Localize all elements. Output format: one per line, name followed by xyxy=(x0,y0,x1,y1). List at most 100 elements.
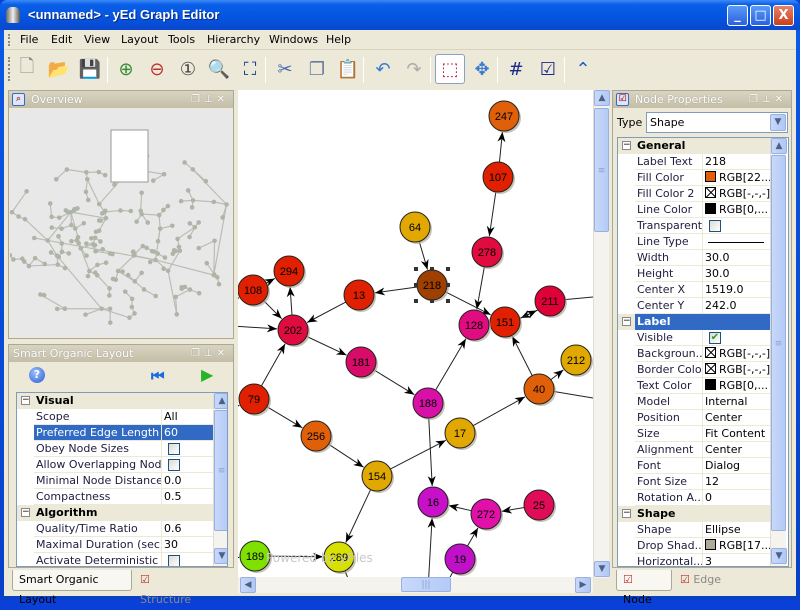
menu-layout[interactable]: Layout xyxy=(121,33,158,46)
scroll-up-button[interactable]: ▲ xyxy=(771,138,787,154)
zoom-out-button[interactable]: ⊖ xyxy=(142,54,172,84)
property-row[interactable]: Center X1519.0 xyxy=(618,282,770,298)
property-value[interactable] xyxy=(162,553,213,567)
edge-188-16[interactable] xyxy=(429,418,432,486)
property-row[interactable]: PositionCenter xyxy=(618,410,770,426)
node-13[interactable]: 13 xyxy=(344,280,376,312)
scroll-thumb[interactable]: ≡ xyxy=(771,155,786,531)
scroll-left-button[interactable]: ◀ xyxy=(240,577,256,593)
property-row[interactable]: Transparent xyxy=(618,218,770,234)
property-row[interactable]: ModelInternal xyxy=(618,394,770,410)
node-107[interactable]: 107 xyxy=(483,162,515,194)
property-row[interactable]: ShapeEllipse xyxy=(618,522,770,538)
property-value[interactable] xyxy=(703,218,770,234)
property-value[interactable]: 0.0 xyxy=(162,473,213,489)
property-row[interactable]: Compactness0.5 xyxy=(17,489,213,505)
property-value[interactable]: Ellipse xyxy=(703,522,770,538)
node-272[interactable]: 272 xyxy=(471,499,503,531)
property-value[interactable]: 30 xyxy=(162,537,213,553)
collapse-icon[interactable]: − xyxy=(622,317,631,326)
property-row[interactable]: Text ColorRGB[0,... xyxy=(618,378,770,394)
section-visual[interactable]: −Visual xyxy=(17,393,213,409)
property-value[interactable]: 218 xyxy=(703,154,770,170)
node-154[interactable]: 154 xyxy=(362,461,394,493)
collapse-icon[interactable]: − xyxy=(622,141,631,150)
cut-button[interactable]: ✂ xyxy=(270,54,300,84)
property-value[interactable]: Dialog xyxy=(703,458,770,474)
horizontal-scroll-thumb[interactable]: ||| xyxy=(401,577,451,592)
property-value[interactable]: RGB[0,... xyxy=(703,378,770,394)
checkbox[interactable] xyxy=(709,220,721,232)
property-value[interactable]: 12 xyxy=(703,474,770,490)
property-value[interactable]: 242.0 xyxy=(703,298,770,314)
menu-view[interactable]: View xyxy=(84,33,110,46)
property-value[interactable] xyxy=(162,457,213,473)
property-row[interactable]: Preferred Edge Length60 xyxy=(17,425,213,441)
edge-256-154[interactable] xyxy=(329,444,364,467)
close-button[interactable]: X xyxy=(773,5,794,26)
property-value[interactable]: 1519.0 xyxy=(703,282,770,298)
scroll-right-button[interactable]: ▶ xyxy=(575,577,591,593)
graph-svg[interactable]: 2471072786421813294108202211151128181188… xyxy=(238,90,593,578)
property-value[interactable]: 60 xyxy=(162,425,213,441)
node-151[interactable]: 151 xyxy=(490,307,522,339)
edge-64-218[interactable] xyxy=(419,241,427,269)
edge-107-278[interactable] xyxy=(489,192,496,236)
property-row[interactable]: Minimal Node Distance0.0 xyxy=(17,473,213,489)
tab-structure[interactable]: ☑ Structure xyxy=(134,570,206,591)
edge[interactable] xyxy=(238,405,239,408)
property-value[interactable]: RGB[-,-,-] xyxy=(703,346,770,362)
property-row[interactable]: Rotation A...0 xyxy=(618,490,770,506)
property-row[interactable]: Fill Color 2RGB[-,-,-] xyxy=(618,186,770,202)
edge-17-40[interactable] xyxy=(473,397,525,426)
selection-handle[interactable] xyxy=(446,283,450,287)
edge-202-294[interactable] xyxy=(290,287,292,315)
edge[interactable] xyxy=(238,557,239,558)
node-202[interactable]: 202 xyxy=(278,315,310,347)
checkbox[interactable] xyxy=(168,555,180,567)
property-row[interactable]: Fill ColorRGB[22... xyxy=(618,170,770,186)
property-row[interactable]: FontDialog xyxy=(618,458,770,474)
property-row[interactable]: Border ColorRGB[-,-,-] xyxy=(618,362,770,378)
panel-controls[interactable]: ❐⊥✕ xyxy=(191,91,229,108)
edge-202-181[interactable] xyxy=(307,336,347,355)
canvas-horizontal-scrollbar[interactable]: ◀ ||| ▶ xyxy=(238,577,593,593)
property-value[interactable]: 3 xyxy=(703,554,770,567)
node-278[interactable]: 278 xyxy=(472,237,504,269)
selection-handle[interactable] xyxy=(414,299,418,303)
property-row[interactable]: Line ColorRGB[0,... xyxy=(618,202,770,218)
checkbox[interactable] xyxy=(168,443,180,455)
edge-151-211[interactable] xyxy=(520,310,537,318)
property-value[interactable]: 30.0 xyxy=(703,250,770,266)
toolbar-grip[interactable] xyxy=(8,57,10,81)
type-dropdown[interactable]: Shape ▼ xyxy=(646,112,788,133)
reset-icon[interactable]: ⏮ xyxy=(151,367,165,385)
open-button[interactable]: 📂 xyxy=(44,54,74,84)
table-scrollbar[interactable]: ▲≡▼ xyxy=(770,138,786,566)
selection-handle[interactable] xyxy=(446,299,450,303)
grid-snap-button[interactable]: ☑ xyxy=(533,54,563,84)
undo-button[interactable]: ↶ xyxy=(368,54,398,84)
menu-help[interactable]: Help xyxy=(326,33,351,46)
property-value[interactable]: RGB[-,-,-] xyxy=(703,186,770,202)
scroll-thumb[interactable]: ≡ xyxy=(214,410,228,531)
tab-smart-organic-layout[interactable]: Smart Organic Layout xyxy=(12,570,132,591)
edge[interactable] xyxy=(238,326,277,329)
edge-181-188[interactable] xyxy=(374,370,415,395)
scroll-down-button[interactable]: ▼ xyxy=(594,561,610,577)
edit-mode-button[interactable]: ⬚ xyxy=(435,54,465,84)
menu-edit[interactable]: Edit xyxy=(51,33,72,46)
panel-controls[interactable]: ❐⊥✕ xyxy=(749,91,787,108)
node-181[interactable]: 181 xyxy=(346,347,378,379)
node-16[interactable]: 16 xyxy=(418,487,450,519)
navigate-mode-button[interactable]: ✥ xyxy=(467,54,497,84)
property-row[interactable]: Line Type xyxy=(618,234,770,250)
menu-grip[interactable] xyxy=(8,34,10,46)
run-layout-icon[interactable]: ▶ xyxy=(201,365,213,384)
graph-canvas[interactable]: 2471072786421813294108202211151128181188… xyxy=(238,90,593,578)
property-value[interactable]: Center xyxy=(703,442,770,458)
node-25[interactable]: 25 xyxy=(524,490,556,522)
selection-handle[interactable] xyxy=(446,267,450,271)
property-value[interactable]: 0.6 xyxy=(162,521,213,537)
collapse-icon[interactable]: − xyxy=(622,509,631,518)
